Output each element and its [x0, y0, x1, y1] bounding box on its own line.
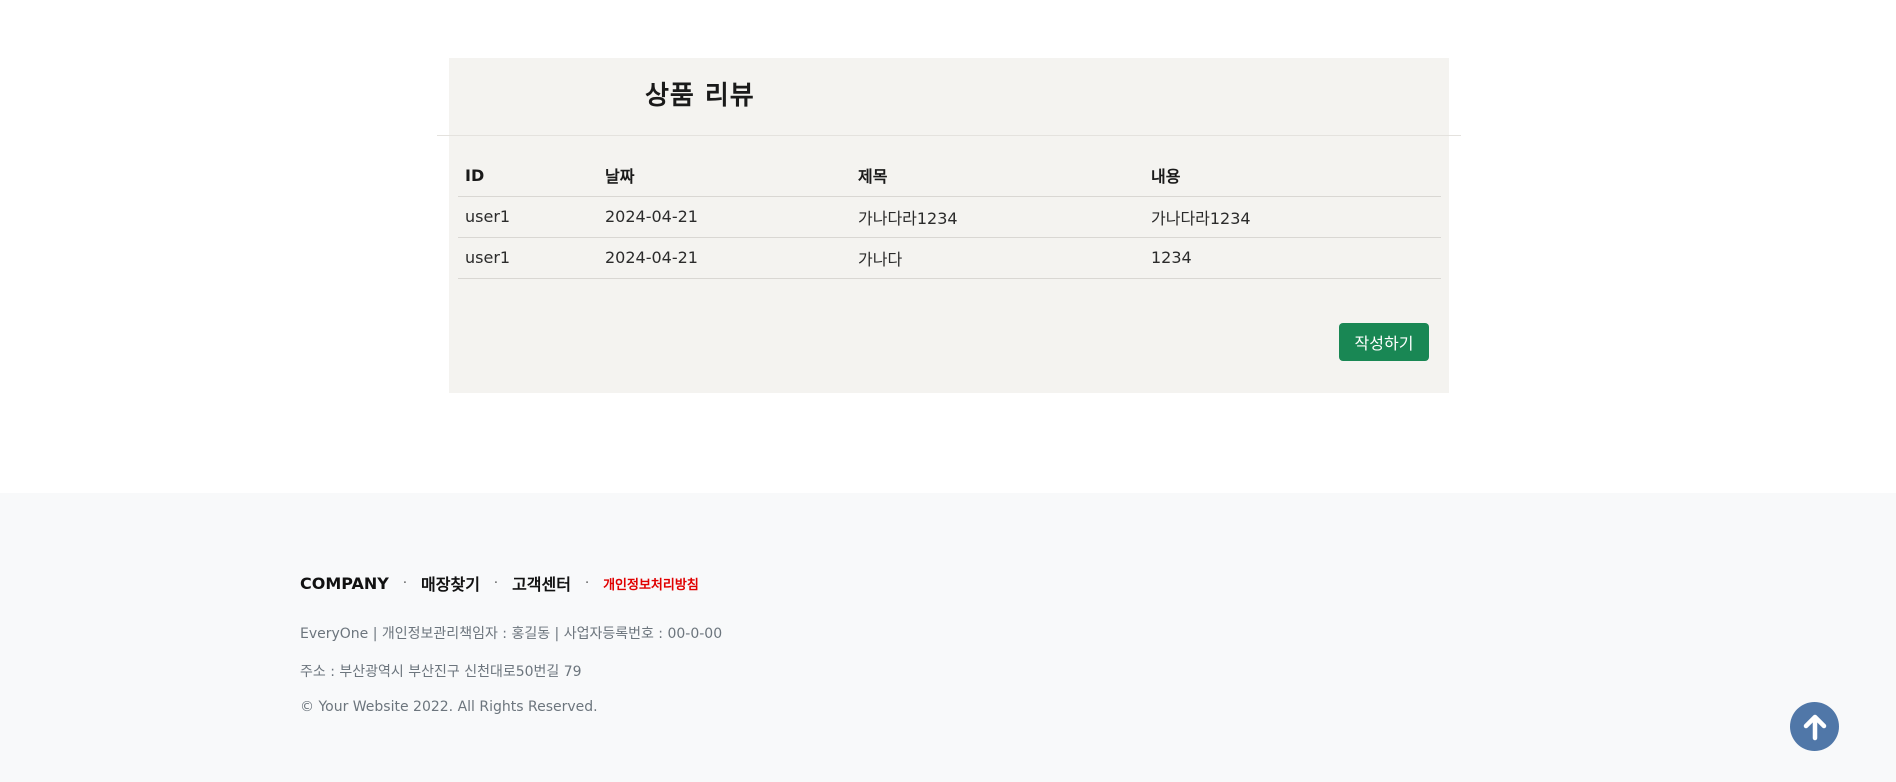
cell-content: 1234: [1144, 237, 1441, 279]
footer-link-store-finder[interactable]: 매장찾기: [421, 571, 480, 595]
write-review-button[interactable]: 작성하기: [1339, 323, 1429, 361]
cell-content: 가나다라1234: [1144, 196, 1441, 238]
scroll-to-top-button[interactable]: [1790, 702, 1839, 751]
footer-company-info: EveryOne | 개인정보관리책임자 : 홍길동 | 사업자등록번호 : 0…: [300, 626, 723, 642]
cell-date: 2024-04-21: [598, 196, 851, 238]
table-row[interactable]: user1 2024-04-21 가나다라1234 가나다라1234: [458, 196, 1441, 238]
footer: COMPANY · 매장찾기 · 고객센터 · 개인정보처리방침 EveryOn…: [0, 493, 1896, 782]
footer-copyright: © Your Website 2022. All Rights Reserved…: [300, 699, 598, 715]
title-divider: [437, 135, 1461, 136]
column-header-content: 내용: [1144, 155, 1441, 197]
cell-title[interactable]: 가나다라1234: [851, 196, 1144, 238]
footer-link-privacy-policy[interactable]: 개인정보처리방침: [603, 574, 699, 593]
column-header-id: ID: [458, 155, 598, 197]
page: 상품 리뷰 ID 날짜 제목 내용 user1 2024-04-21 가나다라1…: [0, 0, 1896, 782]
cell-title[interactable]: 가나다: [851, 237, 1144, 279]
column-header-date: 날짜: [598, 155, 851, 197]
footer-link-customer-center[interactable]: 고객센터: [512, 571, 571, 595]
footer-separator: ·: [402, 575, 408, 591]
table-header-row: ID 날짜 제목 내용: [458, 155, 1441, 197]
arrow-up-icon: [1803, 714, 1826, 740]
footer-link-company[interactable]: COMPANY: [300, 574, 389, 593]
page-title: 상품 리뷰: [645, 81, 755, 111]
cell-id: user1: [458, 196, 598, 238]
footer-separator: ·: [584, 575, 590, 591]
footer-nav: COMPANY · 매장찾기 · 고객센터 · 개인정보처리방침: [300, 571, 699, 595]
cell-date: 2024-04-21: [598, 237, 851, 279]
footer-separator: ·: [493, 575, 499, 591]
table-row[interactable]: user1 2024-04-21 가나다 1234: [458, 237, 1441, 279]
column-header-title: 제목: [851, 155, 1144, 197]
cell-id: user1: [458, 237, 598, 279]
review-table: ID 날짜 제목 내용 user1 2024-04-21 가나다라1234 가나…: [458, 155, 1441, 279]
footer-address: 주소 : 부산광역시 부산진구 신천대로50번길 79: [300, 664, 582, 680]
